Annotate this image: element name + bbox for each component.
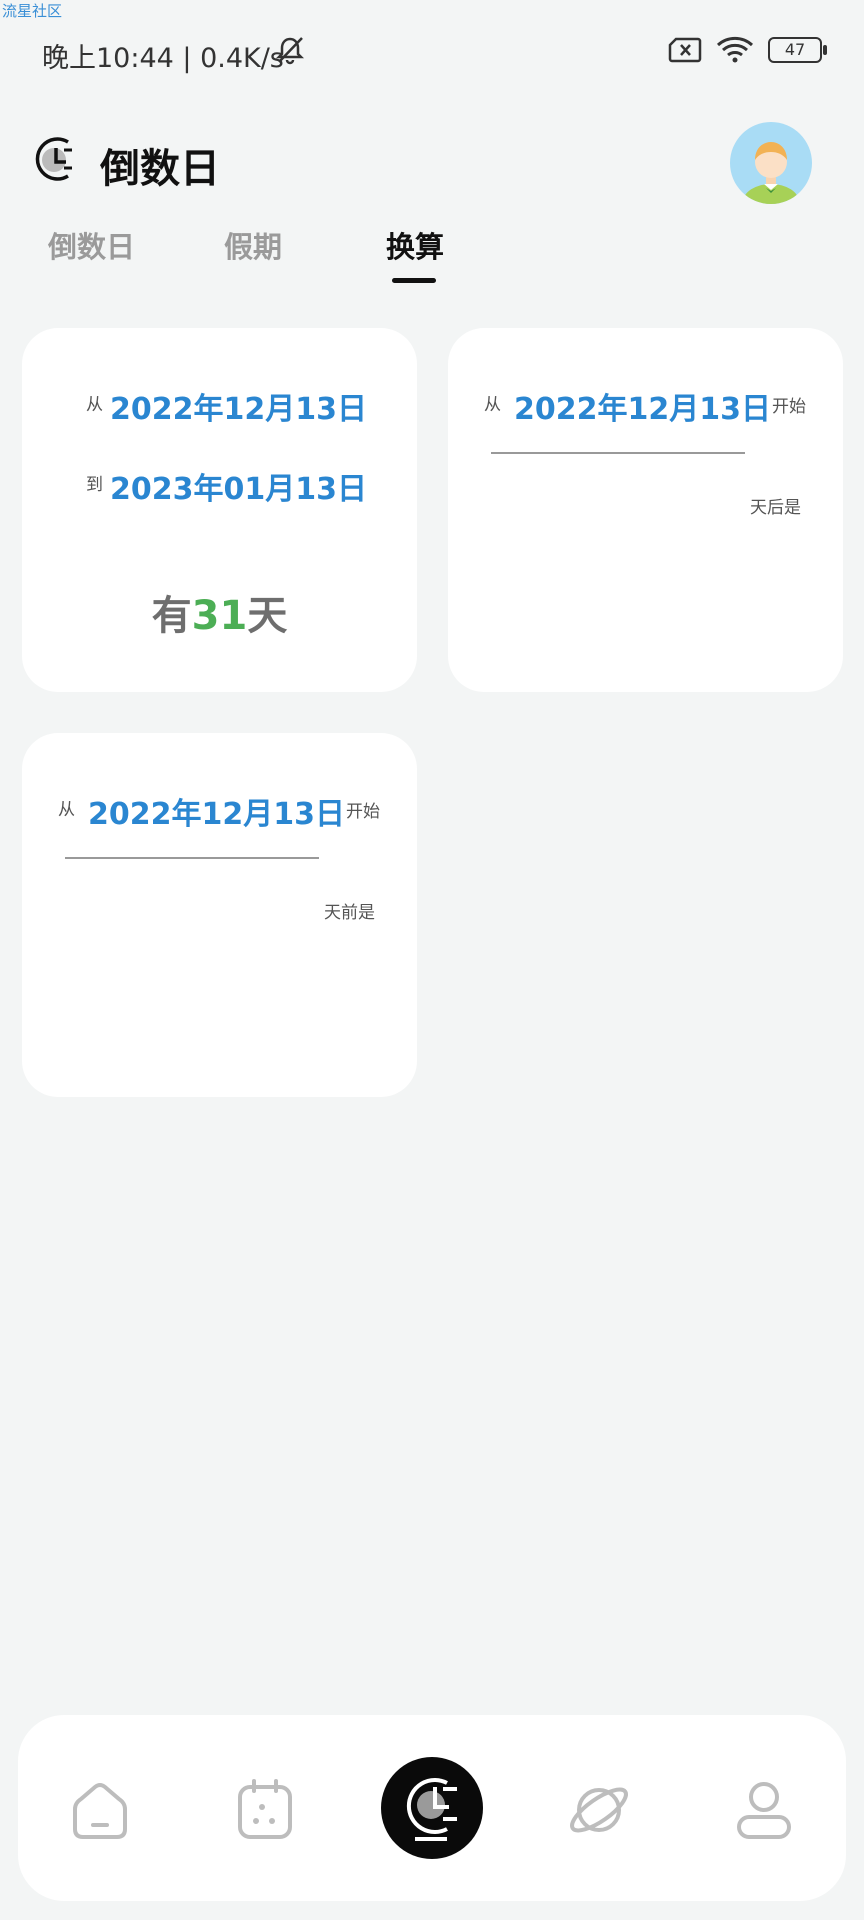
countdown-icon[interactable] bbox=[381, 1757, 483, 1859]
start-label: 开始 bbox=[772, 397, 806, 417]
days-after-label: 天后是 bbox=[750, 498, 801, 518]
battery-icon: 47 bbox=[768, 37, 827, 63]
card-days-after: 从 2022年12月13日 开始 天后是 bbox=[448, 328, 843, 692]
avatar-illustration bbox=[743, 142, 799, 204]
from-label: 从 bbox=[58, 800, 75, 820]
card-days-before: 从 2022年12月13日 开始 天前是 bbox=[22, 733, 417, 1097]
home-icon[interactable] bbox=[65, 1775, 135, 1845]
countdown-glyph bbox=[406, 1778, 457, 1841]
status-bar: 晚上10:44 | 0.4K/s 47 bbox=[0, 30, 864, 76]
result-suffix: 天 bbox=[247, 593, 288, 639]
card-days-between: 从 2022年12月13日 到 2023年01月13日 有31天 bbox=[22, 328, 417, 692]
start-date[interactable]: 2022年12月13日 bbox=[514, 384, 771, 428]
from-date[interactable]: 2022年12月13日 bbox=[110, 384, 367, 428]
days-result: 有31天 bbox=[22, 583, 417, 641]
planet-icon[interactable] bbox=[564, 1775, 634, 1845]
tab-convert[interactable]: 换算 bbox=[386, 224, 444, 266]
page-title: 倒数日 bbox=[100, 146, 220, 192]
start-label: 开始 bbox=[346, 802, 380, 822]
days-after-input[interactable] bbox=[491, 450, 745, 454]
start-date[interactable]: 2022年12月13日 bbox=[88, 789, 345, 833]
tab-bar: 倒数日 假期 换算 bbox=[0, 220, 864, 290]
tab-countdown[interactable]: 倒数日 bbox=[48, 224, 135, 266]
calendar-icon[interactable] bbox=[230, 1775, 300, 1845]
active-tab-indicator bbox=[392, 278, 436, 283]
tab-holiday[interactable]: 假期 bbox=[224, 224, 282, 266]
days-before-label: 天前是 bbox=[324, 903, 375, 923]
status-time: 晚上10:44 | 0.4K/s bbox=[42, 43, 284, 74]
bell-off-icon bbox=[275, 37, 305, 65]
sim-error-icon bbox=[668, 37, 702, 63]
from-label: 从 bbox=[86, 395, 103, 415]
watermark: 流星社区 bbox=[2, 2, 63, 20]
from-label: 从 bbox=[484, 395, 501, 415]
to-label: 到 bbox=[86, 475, 103, 495]
days-count: 31 bbox=[191, 593, 248, 639]
profile-icon[interactable] bbox=[729, 1775, 799, 1845]
to-date[interactable]: 2023年01月13日 bbox=[110, 464, 367, 508]
clock-icon bbox=[35, 137, 72, 181]
header: 倒数日 bbox=[0, 110, 864, 210]
avatar[interactable] bbox=[730, 122, 812, 204]
result-prefix: 有 bbox=[151, 593, 192, 639]
bottom-nav bbox=[18, 1715, 846, 1901]
wifi-icon bbox=[716, 36, 754, 63]
days-before-input[interactable] bbox=[65, 855, 319, 859]
